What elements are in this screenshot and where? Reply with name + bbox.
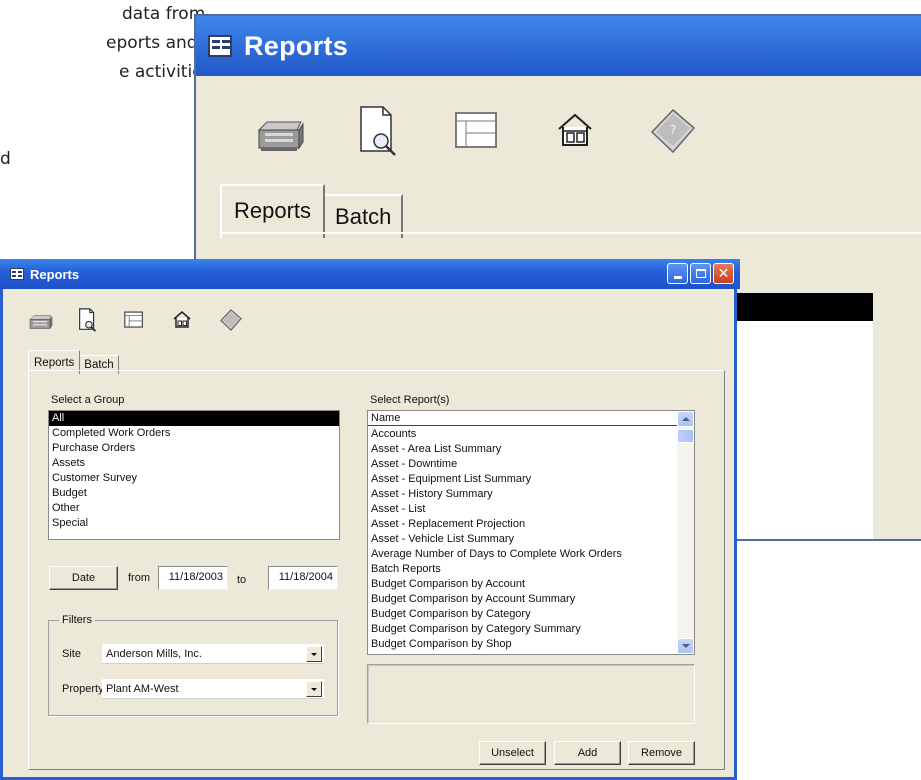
list-item[interactable]: Budget Comparison by Category Summary: [368, 622, 677, 637]
list-item[interactable]: Batch Reports: [368, 562, 677, 577]
list-item[interactable]: Asset - Equipment List Summary: [368, 472, 677, 487]
list-item[interactable]: Budget Comparison by Category: [368, 607, 677, 622]
maximize-button[interactable]: [690, 263, 711, 284]
print-icon[interactable]: [232, 101, 330, 161]
report-description-box: [367, 664, 695, 724]
list-item[interactable]: Asset - Area List Summary: [368, 442, 677, 457]
title-bar[interactable]: Reports ✕: [0, 259, 740, 289]
home-icon[interactable]: [171, 304, 219, 336]
group-listbox[interactable]: All Completed Work Orders Purchase Order…: [48, 410, 340, 540]
list-item[interactable]: All: [49, 411, 339, 426]
tab-strip: Reports Batch: [220, 184, 404, 238]
list-item[interactable]: Purchase Orders: [49, 441, 339, 456]
list-item[interactable]: Accounts: [368, 427, 677, 442]
background-text-line: d: [0, 149, 11, 169]
vertical-scrollbar[interactable]: [677, 411, 694, 654]
scroll-thumb[interactable]: [677, 429, 694, 443]
list-item[interactable]: Budget Comparison by Shop: [368, 637, 677, 652]
report-items: Accounts Asset - Area List Summary Asset…: [368, 427, 677, 652]
date-button[interactable]: Date: [49, 566, 118, 590]
minimize-icon: [673, 276, 682, 279]
unselect-button[interactable]: Unselect: [479, 741, 546, 765]
window-controls: ✕: [667, 263, 734, 284]
window-title: Reports: [244, 30, 349, 61]
list-item[interactable]: Asset - Vehicle List Summary: [368, 532, 677, 547]
list-item[interactable]: Completed Work Orders: [49, 426, 339, 441]
minimize-button[interactable]: [667, 263, 688, 284]
toolbar: ?: [232, 101, 722, 161]
property-label: Property: [62, 683, 104, 695]
site-select[interactable]: Anderson Mills, Inc.: [102, 644, 324, 664]
property-value: Plant AM-West: [106, 682, 179, 695]
site-dropdown-button[interactable]: [306, 646, 322, 662]
filters-group: Filters: [48, 614, 338, 716]
list-item[interactable]: Asset - Downtime: [368, 457, 677, 472]
selected-row-highlight: [733, 293, 873, 321]
to-label: to: [237, 574, 247, 586]
add-button[interactable]: Add: [554, 741, 621, 765]
site-label: Site: [62, 648, 81, 660]
help-book-icon[interactable]: [219, 304, 267, 336]
print-icon[interactable]: [27, 304, 75, 336]
form-icon: [10, 268, 24, 280]
form-icon: [208, 35, 232, 57]
site-value: Anderson Mills, Inc.: [106, 647, 202, 660]
chevron-down-icon: [311, 687, 317, 691]
home-icon[interactable]: [526, 101, 624, 161]
layout-icon[interactable]: [123, 304, 171, 336]
layout-icon[interactable]: [428, 101, 526, 161]
list-item[interactable]: Asset - History Summary: [368, 487, 677, 502]
help-book-icon[interactable]: ?: [624, 101, 722, 161]
background-text: data from eports and e activities d: [0, 0, 212, 174]
filters-label: Filters: [59, 614, 95, 626]
close-button[interactable]: ✕: [713, 263, 734, 284]
column-header-name: Name: [368, 411, 677, 426]
list-item[interactable]: Budget Comparison by Account Summary: [368, 592, 677, 607]
list-item[interactable]: Average Number of Days to Complete Work …: [368, 547, 677, 562]
chevron-down-icon: [681, 644, 690, 648]
select-group-label: Select a Group: [51, 394, 125, 406]
background-text-line: e activities: [119, 62, 212, 82]
background-text-line: data from: [122, 4, 206, 24]
window-title: Reports: [30, 266, 80, 282]
svg-text:?: ?: [670, 123, 676, 137]
chevron-up-icon: [681, 417, 690, 421]
chevron-down-icon: [311, 652, 317, 656]
list-item[interactable]: Customer Survey: [49, 471, 339, 486]
select-reports-label: Select Report(s): [370, 394, 450, 406]
from-date-field[interactable]: 11/18/2003: [158, 566, 228, 590]
scroll-up-button[interactable]: [677, 411, 694, 427]
close-icon: ✕: [717, 265, 730, 282]
reports-listbox[interactable]: Name Accounts Asset - Area List Summary …: [367, 410, 695, 655]
maximize-icon: [695, 269, 706, 278]
tab-reports[interactable]: Reports: [220, 184, 326, 238]
print-preview-icon[interactable]: [75, 304, 123, 336]
list-item[interactable]: Budget Comparison by Account: [368, 577, 677, 592]
print-preview-icon[interactable]: [330, 101, 428, 161]
background-text-line: eports and: [106, 33, 198, 53]
list-item[interactable]: Asset - List: [368, 502, 677, 517]
from-label: from: [128, 572, 150, 584]
list-item[interactable]: Special: [49, 516, 339, 531]
title-bar: Reports: [196, 16, 921, 76]
to-date-field[interactable]: 11/18/2004: [268, 566, 338, 590]
property-dropdown-button[interactable]: [306, 681, 322, 697]
list-item[interactable]: Budget: [49, 486, 339, 501]
toolbar: [27, 304, 267, 336]
list-item[interactable]: Asset - Replacement Projection: [368, 517, 677, 532]
scroll-down-button[interactable]: [677, 638, 694, 654]
property-select[interactable]: Plant AM-West: [102, 679, 324, 699]
remove-button[interactable]: Remove: [628, 741, 695, 765]
list-area: [733, 321, 873, 539]
list-item[interactable]: Other: [49, 501, 339, 516]
list-item[interactable]: Assets: [49, 456, 339, 471]
tab-divider: [220, 232, 921, 234]
